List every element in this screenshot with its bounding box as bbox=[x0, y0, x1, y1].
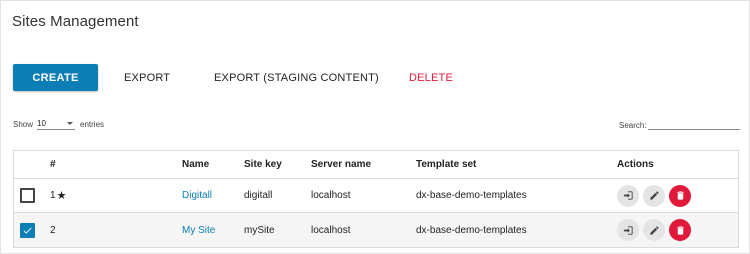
show-label: Show bbox=[13, 119, 34, 129]
header-server-name[interactable]: Server name bbox=[311, 151, 371, 178]
delete-site-button[interactable] bbox=[669, 184, 691, 207]
delete-button[interactable]: DELETE bbox=[409, 64, 453, 91]
sites-management-panel: Sites Management CREATE EXPORT EXPORT (S… bbox=[0, 0, 750, 254]
toolbar: CREATE EXPORT EXPORT (STAGING CONTENT) D… bbox=[13, 64, 453, 91]
server-name: localhost bbox=[311, 224, 351, 236]
row-checkbox[interactable] bbox=[20, 222, 35, 238]
trash-icon bbox=[676, 225, 684, 235]
star-icon: ★ bbox=[56, 190, 67, 202]
enter-site-icon bbox=[623, 225, 633, 235]
table-row[interactable]: 2 My Site mySite localhost dx-base-demo-… bbox=[14, 213, 738, 247]
header-num[interactable]: # bbox=[50, 151, 56, 178]
search-input[interactable] bbox=[647, 118, 740, 130]
enter-site-icon bbox=[623, 191, 633, 200]
delete-site-button[interactable] bbox=[669, 219, 691, 241]
enter-site-button[interactable] bbox=[617, 184, 639, 207]
entries-label: entries bbox=[80, 119, 105, 129]
check-icon bbox=[23, 227, 32, 234]
edit-site-button[interactable] bbox=[643, 184, 665, 207]
site-name-link[interactable]: Digitall bbox=[182, 190, 212, 201]
row-number: 1 bbox=[50, 190, 56, 201]
site-key: mySite bbox=[244, 224, 275, 236]
search-control: Search: bbox=[619, 118, 740, 130]
site-key: digitall bbox=[244, 190, 273, 201]
row-number: 2 bbox=[50, 224, 56, 236]
server-name: localhost bbox=[311, 190, 351, 201]
export-staging-button[interactable]: EXPORT (STAGING CONTENT) bbox=[214, 64, 379, 91]
header-name[interactable]: Name bbox=[182, 151, 209, 178]
enter-site-button[interactable] bbox=[617, 219, 639, 241]
export-button[interactable]: EXPORT bbox=[124, 64, 170, 91]
header-actions: Actions bbox=[617, 159, 654, 170]
template-set: dx-base-demo-templates bbox=[416, 224, 527, 236]
row-checkbox[interactable] bbox=[20, 188, 35, 203]
edit-site-button[interactable] bbox=[643, 219, 665, 241]
row-actions bbox=[617, 184, 691, 207]
pencil-icon bbox=[649, 191, 659, 200]
chevron-down-icon bbox=[67, 122, 74, 125]
create-button[interactable]: CREATE bbox=[13, 64, 98, 91]
page-size-select[interactable]: 10 bbox=[37, 118, 76, 130]
template-set: dx-base-demo-templates bbox=[416, 190, 527, 201]
header-template-set[interactable]: Template set bbox=[416, 151, 476, 178]
trash-icon bbox=[676, 191, 684, 200]
sites-table: # Name Site key Server name Template set… bbox=[13, 150, 739, 248]
page-size-value: 10 bbox=[37, 119, 46, 128]
page-title: Sites Management bbox=[12, 13, 139, 30]
table-header-row: # Name Site key Server name Template set… bbox=[14, 151, 738, 179]
table-row[interactable]: 1 ★ Digitall digitall localhost dx-base-… bbox=[14, 179, 738, 213]
page-size-control: Show 10 entries bbox=[13, 118, 104, 130]
site-name-link[interactable]: My Site bbox=[182, 225, 215, 236]
row-actions bbox=[617, 219, 691, 241]
header-site-key[interactable]: Site key bbox=[244, 151, 282, 178]
pencil-icon bbox=[649, 225, 659, 235]
search-label: Search: bbox=[619, 121, 647, 130]
